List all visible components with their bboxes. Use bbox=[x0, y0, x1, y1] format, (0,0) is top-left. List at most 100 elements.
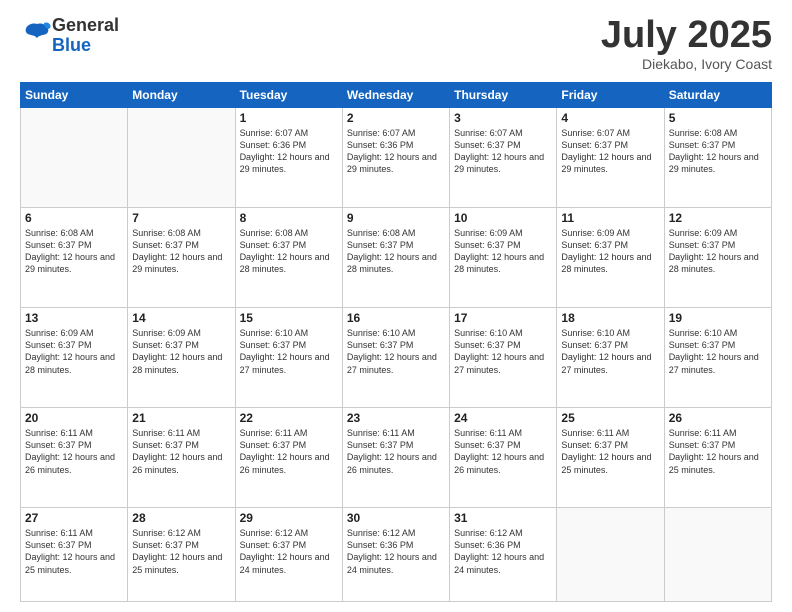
day-info: Sunrise: 6:11 AM Sunset: 6:37 PM Dayligh… bbox=[347, 428, 437, 474]
calendar-cell: 17Sunrise: 6:10 AM Sunset: 6:37 PM Dayli… bbox=[450, 308, 557, 408]
calendar-cell: 1 Sunrise: 6:07 AM Sunset: 6:36 PM Daylig… bbox=[235, 108, 342, 208]
calendar-cell: 22Sunrise: 6:11 AM Sunset: 6:37 PM Dayli… bbox=[235, 408, 342, 508]
weekday-header: Sunday bbox=[21, 83, 128, 108]
calendar-cell: 13Sunrise: 6:09 AM Sunset: 6:37 PM Dayli… bbox=[21, 308, 128, 408]
day-info: Sunrise: 6:09 AM Sunset: 6:37 PM Dayligh… bbox=[669, 228, 759, 274]
logo-bird-icon bbox=[22, 20, 52, 48]
logo-text: General Blue bbox=[52, 16, 119, 56]
weekday-header: Thursday bbox=[450, 83, 557, 108]
day-number: 23 bbox=[347, 411, 445, 425]
calendar-header-row: SundayMondayTuesdayWednesdayThursdayFrid… bbox=[21, 83, 772, 108]
day-info: Sunrise: 6:07 AM Sunset: 6:36 PM Dayligh… bbox=[347, 128, 437, 174]
day-info: Sunrise: 6:12 AM Sunset: 6:36 PM Dayligh… bbox=[454, 528, 544, 574]
day-info: Sunrise: 6:10 AM Sunset: 6:37 PM Dayligh… bbox=[347, 328, 437, 374]
day-info: Sunrise: 6:08 AM Sunset: 6:37 PM Dayligh… bbox=[669, 128, 759, 174]
weekday-header: Tuesday bbox=[235, 83, 342, 108]
location-title: Diekabo, Ivory Coast bbox=[601, 56, 772, 72]
calendar-cell: 5 Sunrise: 6:08 AM Sunset: 6:37 PM Daylig… bbox=[664, 108, 771, 208]
day-info: Sunrise: 6:08 AM Sunset: 6:37 PM Dayligh… bbox=[347, 228, 437, 274]
calendar-cell: 25 Sunrise: 6:11 AM Sunset: 6:37 PM Dayli… bbox=[557, 408, 664, 508]
day-number: 20 bbox=[25, 411, 123, 425]
day-info: Sunrise: 6:10 AM Sunset: 6:37 PM Dayligh… bbox=[669, 328, 759, 374]
day-number: 14 bbox=[132, 311, 230, 325]
day-number: 29 bbox=[240, 511, 338, 525]
day-number: 4 bbox=[561, 111, 659, 125]
day-number: 25 bbox=[561, 411, 659, 425]
day-number: 5 bbox=[669, 111, 767, 125]
calendar-cell bbox=[21, 108, 128, 208]
month-title: July 2025 bbox=[601, 16, 772, 54]
calendar-cell: 19 Sunrise: 6:10 AM Sunset: 6:37 PM Dayli… bbox=[664, 308, 771, 408]
calendar-cell: 30 Sunrise: 6:12 AM Sunset: 6:36 PM Dayli… bbox=[342, 508, 449, 602]
day-number: 9 bbox=[347, 211, 445, 225]
calendar-cell: 21 Sunrise: 6:11 AM Sunset: 6:37 PM Dayli… bbox=[128, 408, 235, 508]
calendar-cell: 8Sunrise: 6:08 AM Sunset: 6:37 PM Daylig… bbox=[235, 208, 342, 308]
calendar-cell: 31 Sunrise: 6:12 AM Sunset: 6:36 PM Dayli… bbox=[450, 508, 557, 602]
title-block: July 2025 Diekabo, Ivory Coast bbox=[601, 16, 772, 72]
page: General Blue July 2025 Diekabo, Ivory Co… bbox=[0, 0, 792, 612]
calendar-cell: 10Sunrise: 6:09 AM Sunset: 6:37 PM Dayli… bbox=[450, 208, 557, 308]
calendar-cell: 26 Sunrise: 6:11 AM Sunset: 6:37 PM Dayli… bbox=[664, 408, 771, 508]
calendar-cell: 28 Sunrise: 6:12 AM Sunset: 6:37 PM Dayli… bbox=[128, 508, 235, 602]
calendar-cell: 11Sunrise: 6:09 AM Sunset: 6:37 PM Dayli… bbox=[557, 208, 664, 308]
calendar-cell: 15 Sunrise: 6:10 AM Sunset: 6:37 PM Dayli… bbox=[235, 308, 342, 408]
day-number: 19 bbox=[669, 311, 767, 325]
calendar-cell: 24 Sunrise: 6:11 AM Sunset: 6:37 PM Dayli… bbox=[450, 408, 557, 508]
day-info: Sunrise: 6:08 AM Sunset: 6:37 PM Dayligh… bbox=[132, 228, 222, 274]
day-number: 26 bbox=[669, 411, 767, 425]
day-number: 28 bbox=[132, 511, 230, 525]
day-number: 21 bbox=[132, 411, 230, 425]
day-info: Sunrise: 6:11 AM Sunset: 6:37 PM Dayligh… bbox=[669, 428, 759, 474]
day-info: Sunrise: 6:12 AM Sunset: 6:37 PM Dayligh… bbox=[132, 528, 222, 574]
calendar-cell: 20 Sunrise: 6:11 AM Sunset: 6:37 PM Dayli… bbox=[21, 408, 128, 508]
calendar-cell: 27Sunrise: 6:11 AM Sunset: 6:37 PM Dayli… bbox=[21, 508, 128, 602]
day-info: Sunrise: 6:07 AM Sunset: 6:36 PM Dayligh… bbox=[240, 128, 330, 174]
day-info: Sunrise: 6:10 AM Sunset: 6:37 PM Dayligh… bbox=[454, 328, 544, 374]
day-info: Sunrise: 6:11 AM Sunset: 6:37 PM Dayligh… bbox=[132, 428, 222, 474]
day-info: Sunrise: 6:11 AM Sunset: 6:37 PM Dayligh… bbox=[454, 428, 544, 474]
day-number: 31 bbox=[454, 511, 552, 525]
weekday-header: Monday bbox=[128, 83, 235, 108]
day-number: 2 bbox=[347, 111, 445, 125]
day-info: Sunrise: 6:11 AM Sunset: 6:37 PM Dayligh… bbox=[25, 428, 115, 474]
day-number: 1 bbox=[240, 111, 338, 125]
day-number: 18 bbox=[561, 311, 659, 325]
calendar-cell: 2 Sunrise: 6:07 AM Sunset: 6:36 PM Daylig… bbox=[342, 108, 449, 208]
day-number: 13 bbox=[25, 311, 123, 325]
calendar-cell bbox=[128, 108, 235, 208]
day-info: Sunrise: 6:08 AM Sunset: 6:37 PM Dayligh… bbox=[25, 228, 115, 274]
weekday-header: Friday bbox=[557, 83, 664, 108]
calendar-week-row: 27Sunrise: 6:11 AM Sunset: 6:37 PM Dayli… bbox=[21, 508, 772, 602]
calendar-cell: 12Sunrise: 6:09 AM Sunset: 6:37 PM Dayli… bbox=[664, 208, 771, 308]
weekday-header: Wednesday bbox=[342, 83, 449, 108]
day-number: 8 bbox=[240, 211, 338, 225]
day-info: Sunrise: 6:09 AM Sunset: 6:37 PM Dayligh… bbox=[561, 228, 651, 274]
calendar-cell: 16Sunrise: 6:10 AM Sunset: 6:37 PM Dayli… bbox=[342, 308, 449, 408]
calendar-cell: 23 Sunrise: 6:11 AM Sunset: 6:37 PM Dayli… bbox=[342, 408, 449, 508]
day-info: Sunrise: 6:12 AM Sunset: 6:37 PM Dayligh… bbox=[240, 528, 330, 574]
day-number: 15 bbox=[240, 311, 338, 325]
calendar-cell bbox=[664, 508, 771, 602]
day-number: 10 bbox=[454, 211, 552, 225]
calendar-cell: 3Sunrise: 6:07 AM Sunset: 6:37 PM Daylig… bbox=[450, 108, 557, 208]
calendar-cell: 4 Sunrise: 6:07 AM Sunset: 6:37 PM Daylig… bbox=[557, 108, 664, 208]
day-number: 30 bbox=[347, 511, 445, 525]
day-number: 6 bbox=[25, 211, 123, 225]
calendar-cell: 14 Sunrise: 6:09 AM Sunset: 6:37 PM Dayli… bbox=[128, 308, 235, 408]
day-info: Sunrise: 6:11 AM Sunset: 6:37 PM Dayligh… bbox=[561, 428, 651, 474]
day-info: Sunrise: 6:10 AM Sunset: 6:37 PM Dayligh… bbox=[240, 328, 330, 374]
day-info: Sunrise: 6:07 AM Sunset: 6:37 PM Dayligh… bbox=[561, 128, 651, 174]
day-number: 24 bbox=[454, 411, 552, 425]
calendar-cell: 6 Sunrise: 6:08 AM Sunset: 6:37 PM Daylig… bbox=[21, 208, 128, 308]
day-info: Sunrise: 6:11 AM Sunset: 6:37 PM Dayligh… bbox=[25, 528, 115, 574]
day-number: 7 bbox=[132, 211, 230, 225]
day-number: 22 bbox=[240, 411, 338, 425]
weekday-header: Saturday bbox=[664, 83, 771, 108]
calendar-cell bbox=[557, 508, 664, 602]
day-info: Sunrise: 6:09 AM Sunset: 6:37 PM Dayligh… bbox=[132, 328, 222, 374]
calendar-week-row: 6 Sunrise: 6:08 AM Sunset: 6:37 PM Daylig… bbox=[21, 208, 772, 308]
day-info: Sunrise: 6:12 AM Sunset: 6:36 PM Dayligh… bbox=[347, 528, 437, 574]
header: General Blue July 2025 Diekabo, Ivory Co… bbox=[20, 16, 772, 72]
calendar-cell: 7 Sunrise: 6:08 AM Sunset: 6:37 PM Daylig… bbox=[128, 208, 235, 308]
day-info: Sunrise: 6:10 AM Sunset: 6:37 PM Dayligh… bbox=[561, 328, 651, 374]
